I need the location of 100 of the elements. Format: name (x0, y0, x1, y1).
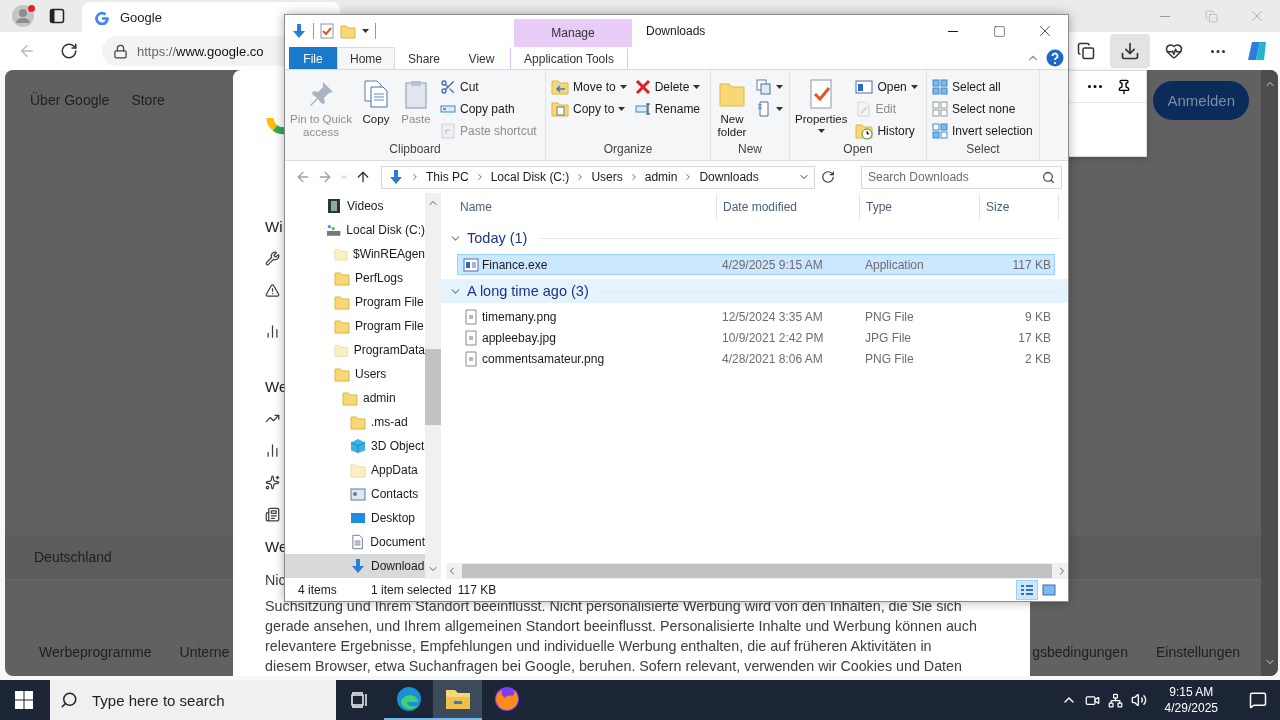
taskbar-app[interactable] (433, 680, 482, 720)
network-icon[interactable] (1107, 692, 1123, 708)
group-header[interactable]: A long time ago (3) (441, 279, 1068, 303)
scrollbar-thumb[interactable] (462, 564, 1052, 578)
file-row[interactable]: Finance.exe 4/29/2025 9:15 AM Application 117 KB (457, 254, 1055, 275)
ribbon-button[interactable]: Open (852, 76, 921, 98)
breadcrumb[interactable]: This PC (426, 170, 469, 184)
ribbon-tab[interactable]: Home (337, 47, 395, 69)
table-cell-text: 12/5/2024 3:35 AM (721, 309, 824, 324)
breadcrumb[interactable]: Local Disk (C:) (490, 170, 570, 184)
tree-item[interactable]: Program File (285, 314, 425, 338)
tree-item[interactable]: ProgramData (285, 338, 425, 362)
refresh-icon (60, 42, 78, 60)
group-header[interactable]: Today (1) (441, 226, 1068, 250)
document-icon (350, 534, 366, 550)
file-row[interactable]: timemany.png 12/5/2024 3:35 AM PNG File 9 KB (457, 306, 1055, 327)
restore-icon (1204, 9, 1218, 23)
tree-item[interactable]: Videos (285, 194, 425, 218)
tree-item[interactable]: Local Disk (C:) (285, 218, 425, 242)
horizontal-scrollbar[interactable] (446, 563, 1068, 579)
tree-item[interactable]: 3D Object (285, 434, 425, 458)
breadcrumb[interactable]: admin (644, 170, 678, 184)
caret-icon (776, 107, 783, 111)
ribbon-button[interactable] (753, 76, 786, 98)
select-all-icon (932, 79, 948, 95)
tree-item[interactable]: Download (285, 554, 425, 578)
column-header[interactable]: Type (860, 194, 980, 220)
table-cell-text: 4/29/2025 9:15 AM (721, 257, 824, 272)
context-tab-header: Manage (514, 19, 632, 47)
column-header[interactable]: Date modified (717, 194, 860, 220)
ribbon-button[interactable]: Properties (792, 74, 851, 142)
downloads-button[interactable] (1110, 34, 1150, 68)
back-icon (18, 42, 36, 60)
file-menu-tab[interactable]: File (289, 47, 337, 69)
ribbon-button[interactable]: Copy (357, 74, 395, 142)
ribbon-group-label: New (737, 142, 763, 158)
forward-icon[interactable] (317, 169, 333, 185)
details-view-button[interactable] (1016, 580, 1038, 600)
ribbon-group-label: Open (842, 142, 874, 158)
tree-item[interactable]: Document (285, 530, 425, 554)
tree-item[interactable]: Desktop (285, 506, 425, 530)
folder-icon (340, 23, 356, 39)
ribbon-button[interactable]: Rename (631, 98, 704, 120)
file-name: Finance.exe (482, 257, 549, 272)
tree-item[interactable]: Contacts (285, 482, 425, 506)
download-arrow-icon (388, 169, 404, 185)
status-text: 117 KB (457, 583, 497, 597)
file-row[interactable]: commentsamateur.png 4/28/2021 8:06 AM PNG File 2 KB (457, 348, 1055, 369)
address-field[interactable]: https://www.google.co (102, 36, 284, 66)
task-view-icon (351, 692, 369, 708)
folder-icon (350, 414, 366, 430)
pin-icon[interactable] (1116, 78, 1132, 95)
breadcrumb[interactable]: Users (591, 170, 623, 184)
ribbon-button[interactable]: Select all (929, 76, 1036, 98)
refresh-icon[interactable] (821, 170, 835, 184)
lock-icon (113, 43, 128, 59)
scrollbar[interactable] (425, 193, 441, 579)
folder-icon (444, 688, 471, 710)
dialog-heading: Wi (265, 216, 283, 237)
film-icon (326, 198, 342, 214)
ribbon-button[interactable]: Cut (437, 76, 540, 98)
ribbon-button[interactable]: Select none (929, 98, 1036, 120)
search-box[interactable]: Search Downloads (861, 165, 1062, 189)
clock[interactable]: 9:15 AM 4/29/2025 (1154, 684, 1228, 716)
column-header[interactable]: Size (980, 194, 1059, 220)
tree-item[interactable]: admin (285, 386, 425, 410)
ribbon-button[interactable]: History (852, 120, 921, 142)
ribbon-button[interactable]: Copy to (548, 98, 630, 120)
heart-pulse-icon (1165, 42, 1183, 60)
ribbon-button[interactable]: Invert selection (929, 120, 1036, 142)
more-icon[interactable] (1088, 85, 1102, 88)
tree-item[interactable]: $WinREAgen (285, 242, 425, 266)
scrollbar-thumb[interactable] (425, 349, 441, 425)
tree-item[interactable]: AppData (285, 458, 425, 482)
tree-item[interactable]: Program File (285, 290, 425, 314)
tree-item[interactable]: PerfLogs (285, 266, 425, 290)
tree-item[interactable]: Users (285, 362, 425, 386)
back-icon[interactable] (295, 169, 311, 185)
ribbon-button[interactable]: Delete (631, 76, 704, 98)
speaker-icon[interactable] (1130, 692, 1147, 708)
ribbon-tab[interactable]: Application Tools (510, 47, 628, 69)
file-row[interactable]: appleebay.jpg 10/9/2021 2:42 PM JPG File 17 KB (457, 327, 1055, 348)
folder-icon (350, 462, 366, 478)
search-input[interactable]: Type here to search (90, 690, 290, 710)
ribbon-button[interactable]: Move to (548, 76, 630, 98)
breadcrumb[interactable]: Downloads (699, 170, 759, 184)
select-none-icon (932, 101, 948, 117)
column-header[interactable]: Name (443, 194, 717, 220)
sign-in-button[interactable]: Anmelden (1153, 80, 1249, 120)
notification-dot (28, 5, 35, 12)
taskbar-search-box[interactable]: Type here to search (50, 680, 336, 720)
up-icon[interactable] (355, 169, 371, 185)
notifications-icon (1249, 691, 1267, 709)
help-icon[interactable] (1046, 49, 1064, 67)
page-scrollbar[interactable] (1261, 70, 1278, 676)
address-bar[interactable]: This PC Local Disk (C:) Users admin Downloads (381, 165, 815, 189)
ribbon-button[interactable]: New folder (713, 74, 751, 142)
tree-item[interactable]: .ms-ad (285, 410, 425, 434)
ribbon-button[interactable]: Copy path (437, 98, 540, 120)
sparkle-icon (265, 474, 280, 490)
